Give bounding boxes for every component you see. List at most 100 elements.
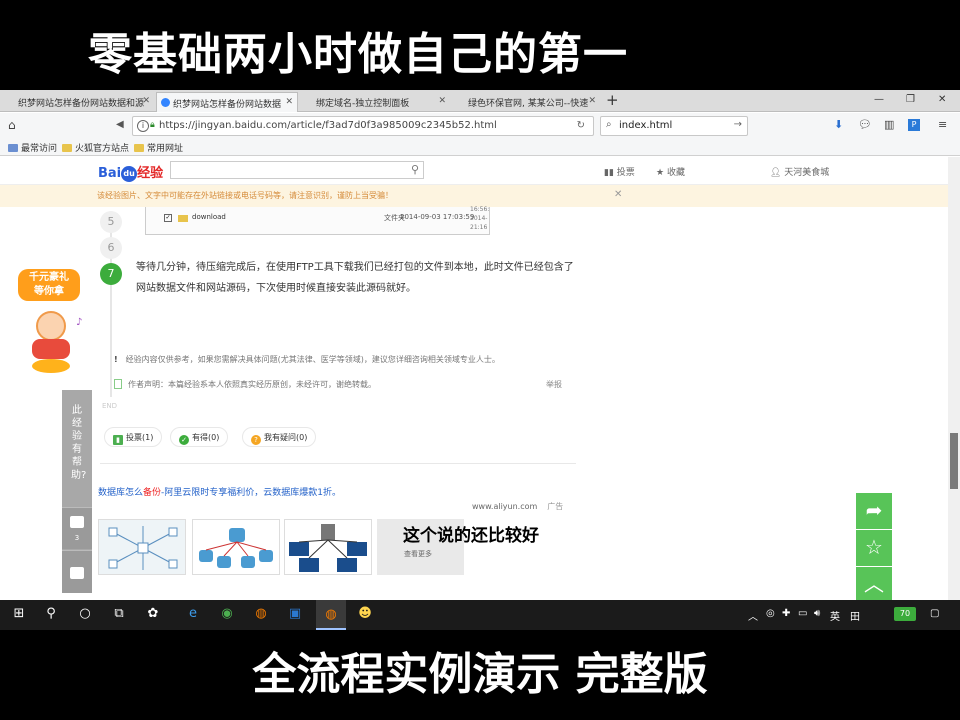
tab-label: 绿色环保官网, 某某公司--快速 [468,99,589,109]
minimize-icon[interactable]: — [874,94,884,105]
tray-up-icon[interactable]: ︿ [748,608,758,623]
firefox-icon[interactable]: ◍ [250,606,272,621]
vote-label: 投票(1) [126,433,154,442]
go-arrow-icon[interactable]: → [734,119,742,130]
close-icon[interactable]: ✕ [588,96,596,106]
nav-vote-label: 投票 [616,168,635,178]
nav-fav-label: 收藏 [666,168,685,178]
baidu-jingyan-logo[interactable]: Bai du 经验 [98,162,163,182]
folder-icon [178,215,188,222]
file-date: 2014-09-03 17:03:59 [400,213,475,221]
search-icon[interactable]: ⚲ [40,606,62,621]
menu-icon[interactable]: ≡ [938,118,947,131]
close-window-icon[interactable]: ✕ [938,94,946,105]
video-frame: 零基础两小时做自己的第一 织梦网站怎样备份网站数据和源 ✕ 织梦网站怎样备份网站… [0,0,960,720]
tab-4[interactable]: 绿色环保官网, 某某公司--快速 ✕ [452,92,600,112]
nav-favorite[interactable]: ★ 收藏 [656,165,685,178]
nav-vote[interactable]: ▮▮ 投票 [604,165,635,178]
new-tab-plus-icon[interactable]: + [606,91,619,109]
logo-du: du [121,166,138,182]
nav-user[interactable]: 👤︎ 天河美食城 [770,165,829,178]
close-icon[interactable]: ✕ [285,97,293,107]
tab-1[interactable]: 织梦网站怎样备份网站数据和源 ✕ [2,92,154,112]
app-face-icon[interactable]: ☻ [354,606,376,621]
windows-taskbar: ⊞ ⚲ ○ ⧉ ✿ e ◉ ◍ ▣ ◍ ☻ ︿ ◎ ✚ ▭ 🔊︎ 英 田 70 … [0,600,960,630]
ad-image-servers[interactable] [284,519,372,575]
share-icon: ➦ [865,498,883,522]
useful-button[interactable]: ✓ 有得(0) [170,427,229,447]
close-icon[interactable]: ✕ [438,96,446,106]
end-marker: END [102,402,118,410]
input-language[interactable]: 英 [830,608,840,623]
ad-image-network[interactable] [98,519,186,575]
mascot-body [32,339,70,359]
web-page: Bai du 经验 ⚲ ▮▮ 投票 ★ 收藏 👤︎ 天河美食城 该经验图片、文字中可… [0,157,948,600]
app-icon[interactable]: ✿ [142,606,164,621]
download-icon[interactable]: ⬇ [834,118,843,131]
ad-title[interactable]: 数据库怎么备份-阿里云限时专享福利价，云数据库爆款1折。 [98,485,341,498]
back-icon[interactable]: ◀ [116,119,124,130]
tray-app-icon[interactable]: ◎ [766,608,775,619]
task-view-icon[interactable]: ⧉ [108,606,130,621]
bookmark-common[interactable]: 常用网址 [134,141,183,154]
tray-app-icon-2[interactable]: ✚ [782,608,790,619]
ad-title-highlight: 备份 [143,488,162,498]
ad-image-database[interactable] [192,519,280,575]
document-icon [114,379,122,389]
caption-top: 零基础两小时做自己的第一 [88,29,628,80]
useful-label: 有得(0) [192,433,220,442]
home-icon[interactable]: ⌂ [8,118,16,132]
back-to-top-button[interactable]: ︿ [856,567,892,600]
url-bar[interactable]: i 🔒︎ https://jingyan.baidu.com/article/f… [132,116,594,136]
question-button[interactable]: ? 我有疑问(0) [242,427,317,447]
file-name: download [192,213,226,221]
mascot-coin [32,359,70,373]
scrollbar-thumb[interactable] [950,433,958,489]
tab-label: 织梦网站怎样备份网站数据 [173,100,282,110]
thumbs-down-button[interactable] [62,550,92,593]
bookmark-label: 火狐官方站点 [75,144,130,154]
star-icon: ☆ [865,535,883,559]
page-scrollbar[interactable] [948,157,960,600]
restore-icon[interactable]: ❐ [906,94,915,105]
edge-icon[interactable]: e [182,606,204,621]
chat-icon[interactable]: 💬︎ [858,118,872,131]
report-link[interactable]: 举报 [546,379,562,390]
step-description: 等待几分钟，待压缩完成后，在使用FTP工具下载我们已经打包的文件到本地，此时文件… [136,262,574,294]
bookmark-most-visited[interactable]: 最常访问 [8,141,57,154]
tab-2-active[interactable]: 织梦网站怎样备份网站数据 ✕ [156,92,298,112]
mascot-face [36,311,66,341]
pocket-icon[interactable]: P [908,119,920,131]
word-icon[interactable]: ▣ [284,606,306,621]
share-button[interactable]: ➦ [856,493,892,529]
input-mode[interactable]: 田 [850,608,860,623]
bookmark-firefox-site[interactable]: 火狐官方站点 [62,141,129,154]
cortana-icon[interactable]: ○ [74,606,96,621]
search-input[interactable]: ⌕ index.html → [600,116,748,136]
network-icon[interactable]: ▭ [798,608,807,619]
thumbs-up-button[interactable]: 3 [62,507,92,549]
notification-icon[interactable]: ▢ [930,608,939,619]
tab-3[interactable]: 绑定域名-独立控制面板 ✕ [300,92,450,112]
sidebar-icon[interactable]: ▥ [884,118,894,131]
question-label: 我有疑问(0) [264,433,308,442]
close-icon[interactable]: ✕ [614,189,622,200]
promo-line-2: 等你拿 [34,286,64,297]
promo-mascot[interactable]: 千元豪礼 等你拿 ♪ [16,267,82,377]
windows-start-icon[interactable]: ⊞ [8,606,30,621]
close-icon[interactable]: ✕ [142,96,150,106]
favorite-button[interactable]: ☆ [856,530,892,566]
helpful-panel: 此经验有帮助? 3 [62,390,92,593]
site-search-input[interactable]: ⚲ [170,161,424,179]
search-icon[interactable]: ⚲ [411,163,419,176]
volume-icon[interactable]: 🔊︎ [814,608,820,619]
vote-button[interactable]: ▮ 投票(1) [104,427,163,447]
checkbox-icon: ✓ [164,214,172,222]
info-icon[interactable]: i [137,120,149,132]
ad-title-rest: -阿里云限时专享福利价，云数据库爆款1折。 [161,488,342,498]
firefox-active-icon[interactable]: ◍ [316,600,346,630]
browser-green-icon[interactable]: ◉ [216,606,238,621]
security-badge[interactable]: 70 [894,607,916,621]
tab-label: 绑定域名-独立控制面板 [316,99,410,109]
reload-icon[interactable]: ↻ [577,120,585,131]
